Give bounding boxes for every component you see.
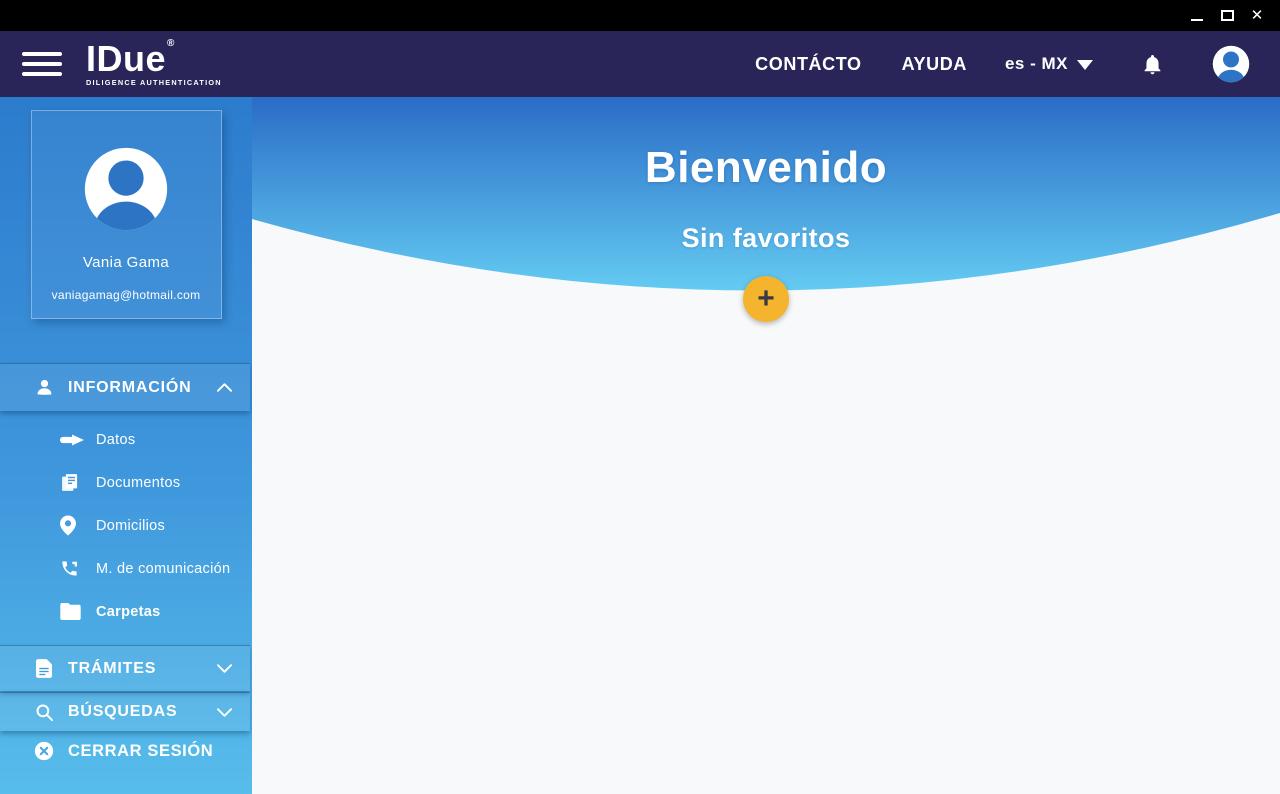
minimize-icon <box>1191 19 1203 21</box>
notification-bell-icon[interactable] <box>1141 53 1164 76</box>
os-titlebar: ✕ <box>0 0 1280 31</box>
sidebar-section-busquedas[interactable]: BÚSQUEDAS <box>0 692 250 731</box>
close-button[interactable]: ✕ <box>1242 0 1272 31</box>
sidebar-section-informacion[interactable]: INFORMACIÓN <box>0 363 250 411</box>
profile-name: Vania Gama <box>83 254 169 271</box>
plus-icon: + <box>757 284 775 314</box>
registered-mark: ® <box>167 39 174 49</box>
sidebar-item-datos[interactable]: Datos <box>0 418 252 461</box>
sidebar-section-label: BÚSQUEDAS <box>68 703 177 721</box>
sidebar-nav: INFORMACIÓN Datos Documentos <box>0 363 252 762</box>
sidebar-item-carpetas[interactable]: Carpetas <box>0 590 252 633</box>
sidebar-item-comunicacion[interactable]: M. de comunicación <box>0 547 252 590</box>
informacion-sublist: Datos Documentos Domicilios <box>0 411 252 642</box>
close-icon: ✕ <box>1251 8 1264 23</box>
person-icon <box>34 378 54 397</box>
chevron-down-icon <box>217 708 232 717</box>
location-pin-icon <box>60 515 86 536</box>
language-selector[interactable]: es - MX <box>1005 54 1093 74</box>
help-link[interactable]: AYUDA <box>902 54 967 75</box>
sidebar-item-label: Domicilios <box>96 518 165 534</box>
sidebar-item-label: M. de comunicación <box>96 561 230 577</box>
maximize-button[interactable] <box>1212 0 1242 31</box>
hamburger-menu-icon[interactable] <box>22 52 62 76</box>
user-avatar[interactable] <box>1212 45 1250 83</box>
sidebar-item-label: Documentos <box>96 475 180 491</box>
profile-avatar <box>84 147 168 231</box>
favorites-status-text: Sin favoritos <box>252 225 1280 252</box>
sidebar-item-documentos[interactable]: Documentos <box>0 461 252 504</box>
search-icon <box>34 703 54 722</box>
main-content: Bienvenido Sin favoritos + <box>252 97 1280 794</box>
folder-icon <box>60 603 86 620</box>
sidebar-section-tramites[interactable]: TRÁMITES <box>0 645 250 691</box>
sidebar-section-label: INFORMACIÓN <box>68 379 191 397</box>
add-favorite-button[interactable]: + <box>743 276 789 322</box>
logout-button[interactable]: CERRAR SESIÓN <box>0 731 252 762</box>
sidebar: Vania Gama vaniagamag@hotmail.com INFORM… <box>0 97 252 794</box>
contact-link[interactable]: CONTÁCTO <box>755 54 861 75</box>
profile-card: Vania Gama vaniagamag@hotmail.com <box>31 110 222 319</box>
chevron-down-icon <box>217 664 232 673</box>
phone-icon <box>60 559 86 578</box>
chevron-down-icon <box>1077 60 1093 70</box>
logo-text: IDue <box>86 41 166 77</box>
app-header: IDue ® DILIGENCE AUTHENTICATION CONTÁCTO… <box>0 31 1280 97</box>
app-logo: IDue ® DILIGENCE AUTHENTICATION <box>86 41 222 86</box>
sidebar-item-label: Datos <box>96 432 135 448</box>
sidebar-section-label: TRÁMITES <box>68 660 156 678</box>
maximize-icon <box>1221 10 1234 21</box>
documents-icon <box>60 472 86 493</box>
page-title: Bienvenido <box>252 146 1280 190</box>
minimize-button[interactable] <box>1182 0 1212 31</box>
arrow-tag-icon <box>60 434 86 446</box>
logo-tagline: DILIGENCE AUTHENTICATION <box>86 79 222 86</box>
language-value: es - MX <box>1005 54 1068 74</box>
logout-label: CERRAR SESIÓN <box>68 742 213 761</box>
document-icon <box>34 659 54 678</box>
chevron-up-icon <box>217 383 232 392</box>
close-circle-icon <box>34 740 54 762</box>
sidebar-item-label: Carpetas <box>96 604 160 620</box>
profile-email: vaniagamag@hotmail.com <box>52 288 201 302</box>
sidebar-item-domicilios[interactable]: Domicilios <box>0 504 252 547</box>
